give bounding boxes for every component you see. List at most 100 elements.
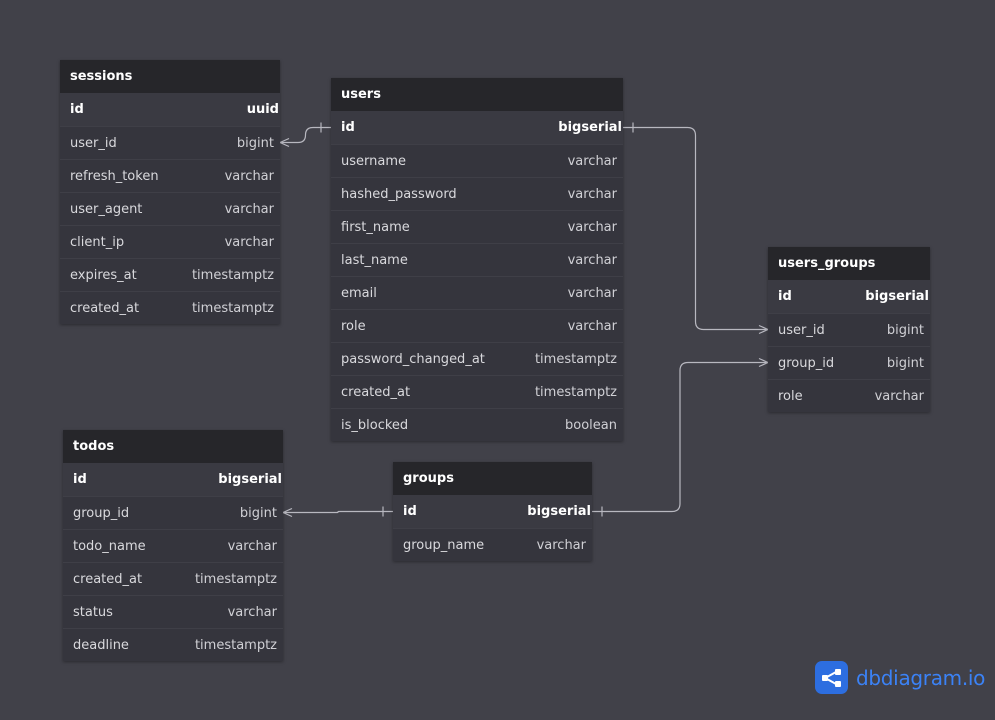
many-marker [758, 324, 769, 335]
column-type: timestamptz [534, 352, 617, 367]
column-type: varchar [224, 169, 274, 184]
column-type: bigint [236, 136, 274, 151]
column-name: expires_at [70, 268, 137, 283]
column-row-id[interactable]: id bigserial [393, 495, 592, 528]
column-name: username [341, 154, 406, 169]
column-row-id[interactable]: id bigserial [63, 463, 283, 496]
table-rows: id bigserial user_id bigint group_id bigint ro… [768, 280, 930, 412]
column-row-expires-at[interactable]: expires_at timestamptz [60, 258, 280, 291]
column-row-group-name[interactable]: group_name varchar [393, 528, 592, 561]
column-type: varchar [224, 202, 274, 217]
column-name: id [778, 289, 792, 304]
column-type: bigserial [527, 504, 591, 519]
column-row-user-id[interactable]: user_id bigint [768, 313, 930, 346]
dbdiagram-logo[interactable]: dbdiagram.io [815, 661, 985, 694]
column-row-deadline[interactable]: deadline timestamptz [63, 628, 283, 661]
many-marker [758, 357, 769, 368]
column-type: varchar [567, 319, 617, 334]
column-name: user_id [778, 323, 825, 338]
column-row-user-id[interactable]: user_id bigint [60, 126, 280, 159]
column-name: group_id [73, 506, 130, 521]
table-rows: id bigserial group_name varchar [393, 495, 592, 561]
column-name: password_changed_at [341, 352, 485, 367]
column-name: status [73, 605, 113, 620]
diagram-canvas[interactable]: sessions id uuid user_id bigint refresh_toke… [0, 0, 995, 720]
column-row-first-name[interactable]: first_name varchar [331, 210, 623, 243]
column-name: created_at [341, 385, 411, 400]
column-row-refresh-token[interactable]: refresh_token varchar [60, 159, 280, 192]
column-type: varchar [567, 253, 617, 268]
column-row-hashed-password[interactable]: hashed_password varchar [331, 177, 623, 210]
column-name: hashed_password [341, 187, 457, 202]
column-row-email[interactable]: email varchar [331, 276, 623, 309]
column-name: created_at [70, 301, 140, 316]
column-type: varchar [536, 538, 586, 553]
relationship-line [623, 126, 768, 331]
table-sessions[interactable]: sessions id uuid user_id bigint refresh_toke… [60, 60, 280, 324]
column-name: user_agent [70, 202, 143, 217]
column-name: role [778, 389, 803, 404]
column-type: varchar [227, 539, 277, 554]
column-type: varchar [567, 286, 617, 301]
table-header-users-groups[interactable]: users_groups [768, 247, 930, 280]
column-type: varchar [567, 187, 617, 202]
relationship-line [280, 126, 331, 144]
table-groups[interactable]: groups id bigserial group_name varchar [393, 462, 592, 561]
column-row-role[interactable]: role varchar [331, 309, 623, 342]
column-row-password-changed-at[interactable]: password_changed_at timestamptz [331, 342, 623, 375]
column-name: id [341, 120, 355, 135]
column-row-created-at[interactable]: created_at timestamptz [331, 375, 623, 408]
table-header-groups[interactable]: groups [393, 462, 592, 495]
column-row-user-agent[interactable]: user_agent varchar [60, 192, 280, 225]
column-name: email [341, 286, 377, 301]
column-name: group_name [403, 538, 485, 553]
column-row-id[interactable]: id bigserial [768, 280, 930, 313]
table-rows: id bigserial username varchar hashed_passwor… [331, 111, 623, 441]
column-type: timestamptz [194, 638, 277, 653]
column-row-status[interactable]: status varchar [63, 595, 283, 628]
column-name: is_blocked [341, 418, 409, 433]
column-type: uuid [246, 102, 279, 117]
column-name: todo_name [73, 539, 146, 554]
column-row-client-ip[interactable]: client_ip varchar [60, 225, 280, 258]
column-name: id [70, 102, 84, 117]
column-type: boolean [565, 418, 617, 433]
column-row-created-at[interactable]: created_at timestamptz [60, 291, 280, 324]
column-type: timestamptz [194, 572, 277, 587]
column-name: refresh_token [70, 169, 159, 184]
column-row-todo-name[interactable]: todo_name varchar [63, 529, 283, 562]
column-type: bigint [886, 323, 924, 338]
column-name: last_name [341, 253, 408, 268]
column-type: varchar [224, 235, 274, 250]
column-row-role[interactable]: role varchar [768, 379, 930, 412]
column-row-created-at[interactable]: created_at timestamptz [63, 562, 283, 595]
column-name: deadline [73, 638, 129, 653]
column-row-username[interactable]: username varchar [331, 144, 623, 177]
column-type: bigint [886, 356, 924, 371]
column-row-last-name[interactable]: last_name varchar [331, 243, 623, 276]
column-row-is-blocked[interactable]: is_blocked boolean [331, 408, 623, 441]
column-row-id[interactable]: id uuid [60, 93, 280, 126]
many-marker [282, 507, 293, 518]
column-row-id[interactable]: id bigserial [331, 111, 623, 144]
table-todos[interactable]: todos id bigserial group_id bigint todo_name… [63, 430, 283, 661]
table-header-sessions[interactable]: sessions [60, 60, 280, 93]
column-type: varchar [567, 154, 617, 169]
column-row-group-id[interactable]: group_id bigint [63, 496, 283, 529]
column-type: varchar [227, 605, 277, 620]
many-marker [279, 137, 290, 148]
column-type: varchar [874, 389, 924, 404]
logo-text: dbdiagram.io [856, 665, 986, 690]
column-row-group-id[interactable]: group_id bigint [768, 346, 930, 379]
table-rows: id bigserial group_id bigint todo_name varcha… [63, 463, 283, 661]
column-type: timestamptz [191, 301, 274, 316]
table-users[interactable]: users id bigserial username varchar hashed_p… [331, 78, 623, 441]
table-header-todos[interactable]: todos [63, 430, 283, 463]
table-users-groups[interactable]: users_groups id bigserial user_id bigint gro… [768, 247, 930, 412]
column-type: timestamptz [191, 268, 274, 283]
column-type: bigint [239, 506, 277, 521]
table-header-users[interactable]: users [331, 78, 623, 111]
column-type: bigserial [558, 120, 622, 135]
column-name: created_at [73, 572, 143, 587]
share-nodes-icon [815, 661, 848, 694]
